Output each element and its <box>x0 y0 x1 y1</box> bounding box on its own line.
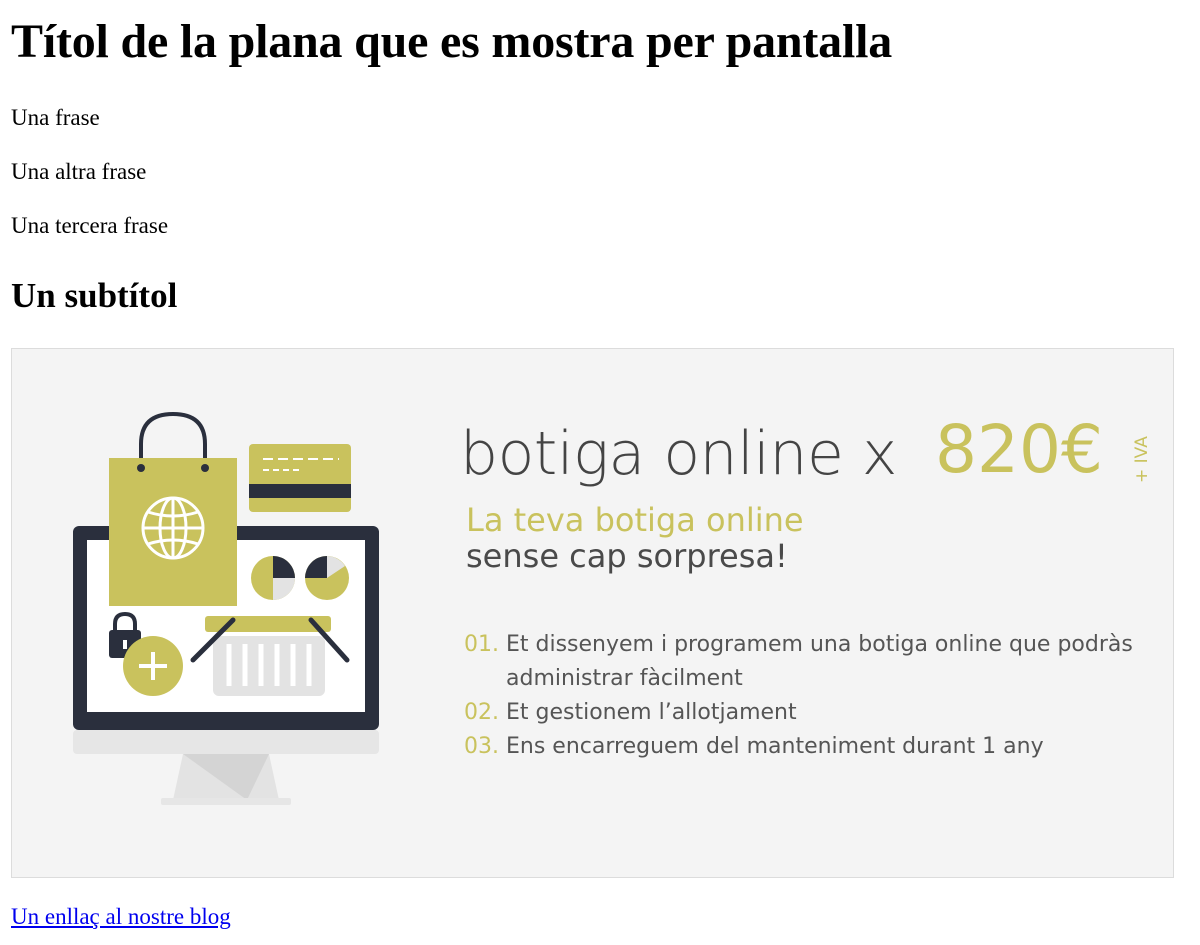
banner-tagline-rest: sense cap sorpresa! <box>466 537 788 575</box>
banner-tagline-accent: La teva botiga online <box>466 501 804 539</box>
banner-price: 820€ <box>935 411 1103 488</box>
online-shop-banner: botiga online x 820€ + IVA La teva botig… <box>11 348 1174 878</box>
page: Títol de la plana que es mostra per pant… <box>0 0 1200 316</box>
banner-tax: + IVA <box>1132 436 1152 483</box>
feature-3-line1: Ens encarreguem del manteniment durant 1… <box>506 734 1044 759</box>
feature-1-line2: administrar fàcilment <box>506 666 743 691</box>
feature-1-number: 01. <box>464 632 499 657</box>
blog-link[interactable]: Un enllaç al nostre blog <box>11 902 231 932</box>
credit-card-icon <box>249 444 351 512</box>
feature-2-number: 02. <box>464 700 499 725</box>
globe-icon <box>141 496 205 560</box>
feature-3-number: 03. <box>464 734 499 759</box>
feature-2-line1: Et gestionem l’allotjament <box>506 700 797 725</box>
feature-1-line1: Et dissenyem i programem una botiga onli… <box>506 632 1133 657</box>
paragraph-3: Una tercera frase <box>11 213 169 238</box>
plus-icon <box>123 636 183 696</box>
paragraph-1: Una frase <box>11 105 100 130</box>
basket-icon <box>190 616 350 696</box>
page-subtitle: Un subtítol <box>11 276 178 315</box>
paragraph-2: Una altra frase <box>11 159 147 184</box>
banner-headline: botiga online x <box>460 419 897 489</box>
page-title: Títol de la plana que es mostra per pant… <box>11 15 893 68</box>
